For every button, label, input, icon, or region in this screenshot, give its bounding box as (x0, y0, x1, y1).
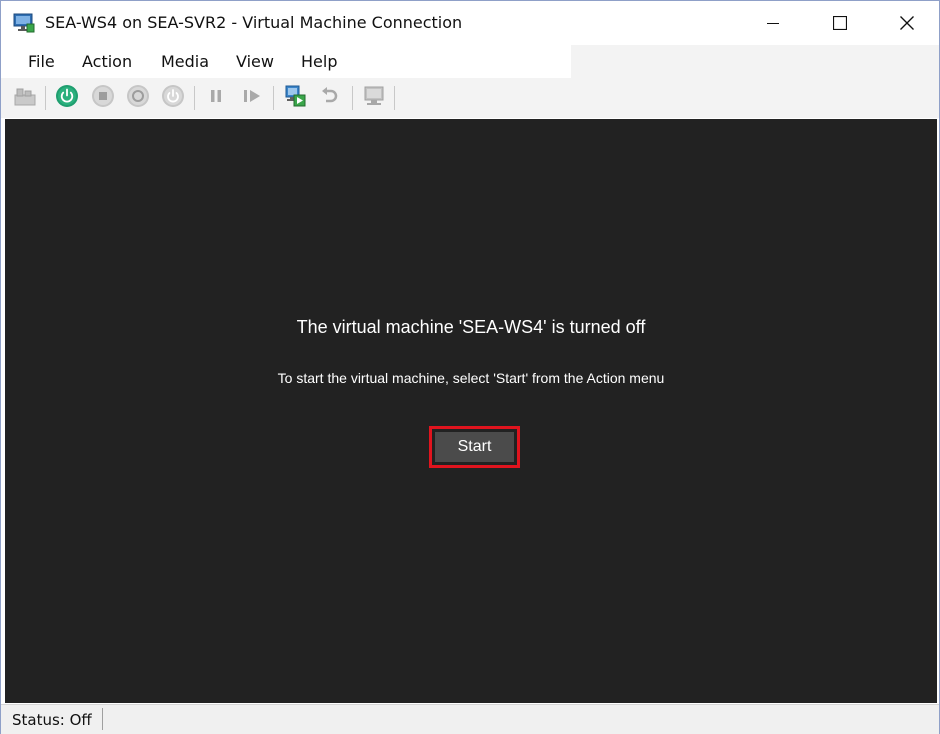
turn-off-button[interactable] (90, 85, 116, 111)
reset-button[interactable] (239, 85, 265, 111)
pause-icon (206, 86, 226, 110)
close-icon (900, 16, 914, 30)
revert-icon (319, 85, 341, 111)
maximize-icon (833, 16, 847, 30)
menu-bar: File Action Media View Help (1, 45, 571, 78)
minimize-icon (767, 17, 779, 29)
toolbar (1, 78, 939, 118)
status-bar: Status: Off (1, 704, 939, 734)
start-toolbar-button[interactable] (54, 85, 80, 111)
ctrl-alt-del-button[interactable] (12, 85, 38, 111)
enhanced-session-icon (362, 84, 386, 112)
turn-off-icon (91, 84, 115, 112)
enhanced-session-button[interactable] (361, 85, 387, 111)
close-button[interactable] (884, 1, 930, 45)
toolbar-separator (394, 86, 395, 110)
reset-icon (241, 86, 263, 110)
toolbar-separator (352, 86, 353, 110)
save-icon (161, 84, 185, 112)
pause-button[interactable] (203, 85, 229, 111)
status-separator (102, 708, 103, 730)
menu-media[interactable]: Media (161, 52, 209, 71)
vm-connection-window: SEA-WS4 on SEA-SVR2 - Virtual Machine Co… (0, 0, 940, 734)
window-title: SEA-WS4 on SEA-SVR2 - Virtual Machine Co… (45, 13, 463, 32)
ctrl-alt-del-icon (13, 86, 37, 110)
start-button[interactable]: Start (435, 432, 514, 462)
menu-view[interactable]: View (236, 52, 274, 71)
vm-monitor-icon (13, 12, 35, 34)
vm-off-message: The virtual machine 'SEA-WS4' is turned … (296, 317, 646, 337)
menu-help[interactable]: Help (301, 52, 337, 71)
checkpoint-icon (283, 84, 307, 112)
minimize-button[interactable] (750, 1, 796, 45)
save-button[interactable] (160, 85, 186, 111)
vm-start-instruction: To start the virtual machine, select 'St… (277, 370, 665, 386)
start-icon (55, 84, 79, 112)
start-button-highlight: Start (429, 426, 520, 468)
checkpoint-button[interactable] (282, 85, 308, 111)
maximize-button[interactable] (817, 1, 863, 45)
vm-display-area[interactable]: The virtual machine 'SEA-WS4' is turned … (5, 119, 937, 703)
menu-action[interactable]: Action (82, 52, 132, 71)
menu-file[interactable]: File (28, 52, 55, 71)
toolbar-separator (45, 86, 46, 110)
shut-down-icon (126, 84, 150, 112)
shut-down-button[interactable] (125, 85, 151, 111)
toolbar-separator (194, 86, 195, 110)
title-bar: SEA-WS4 on SEA-SVR2 - Virtual Machine Co… (1, 1, 939, 45)
status-text: Status: Off (12, 711, 92, 729)
toolbar-separator (273, 86, 274, 110)
revert-button[interactable] (317, 85, 343, 111)
menu-bar-filler (571, 45, 939, 78)
